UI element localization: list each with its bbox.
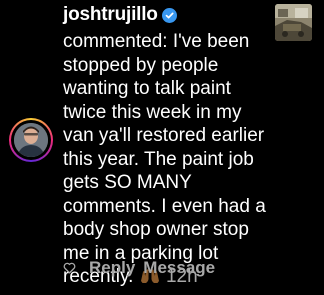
post-thumbnail-image: [275, 4, 312, 41]
heart-icon[interactable]: [63, 262, 76, 274]
comment-actions: Reply Message: [63, 258, 215, 278]
reply-button[interactable]: Reply: [89, 258, 135, 278]
post-thumbnail[interactable]: [275, 4, 312, 41]
comment: joshtrujillo commented: I've been stoppe…: [63, 0, 275, 289]
avatar[interactable]: [9, 118, 53, 162]
verified-badge-icon: [161, 7, 177, 23]
message-button[interactable]: Message: [143, 258, 215, 278]
comment-header: joshtrujillo: [63, 0, 275, 30]
comment-prefix: commented:: [63, 31, 168, 52]
avatar-photo: [14, 123, 48, 157]
comment-text: I've been stopped by people wanting to t…: [63, 31, 266, 287]
comment-body: commented: I've been stopped by people w…: [63, 30, 275, 289]
username[interactable]: joshtrujillo: [63, 4, 158, 26]
person-photo: [14, 123, 48, 157]
